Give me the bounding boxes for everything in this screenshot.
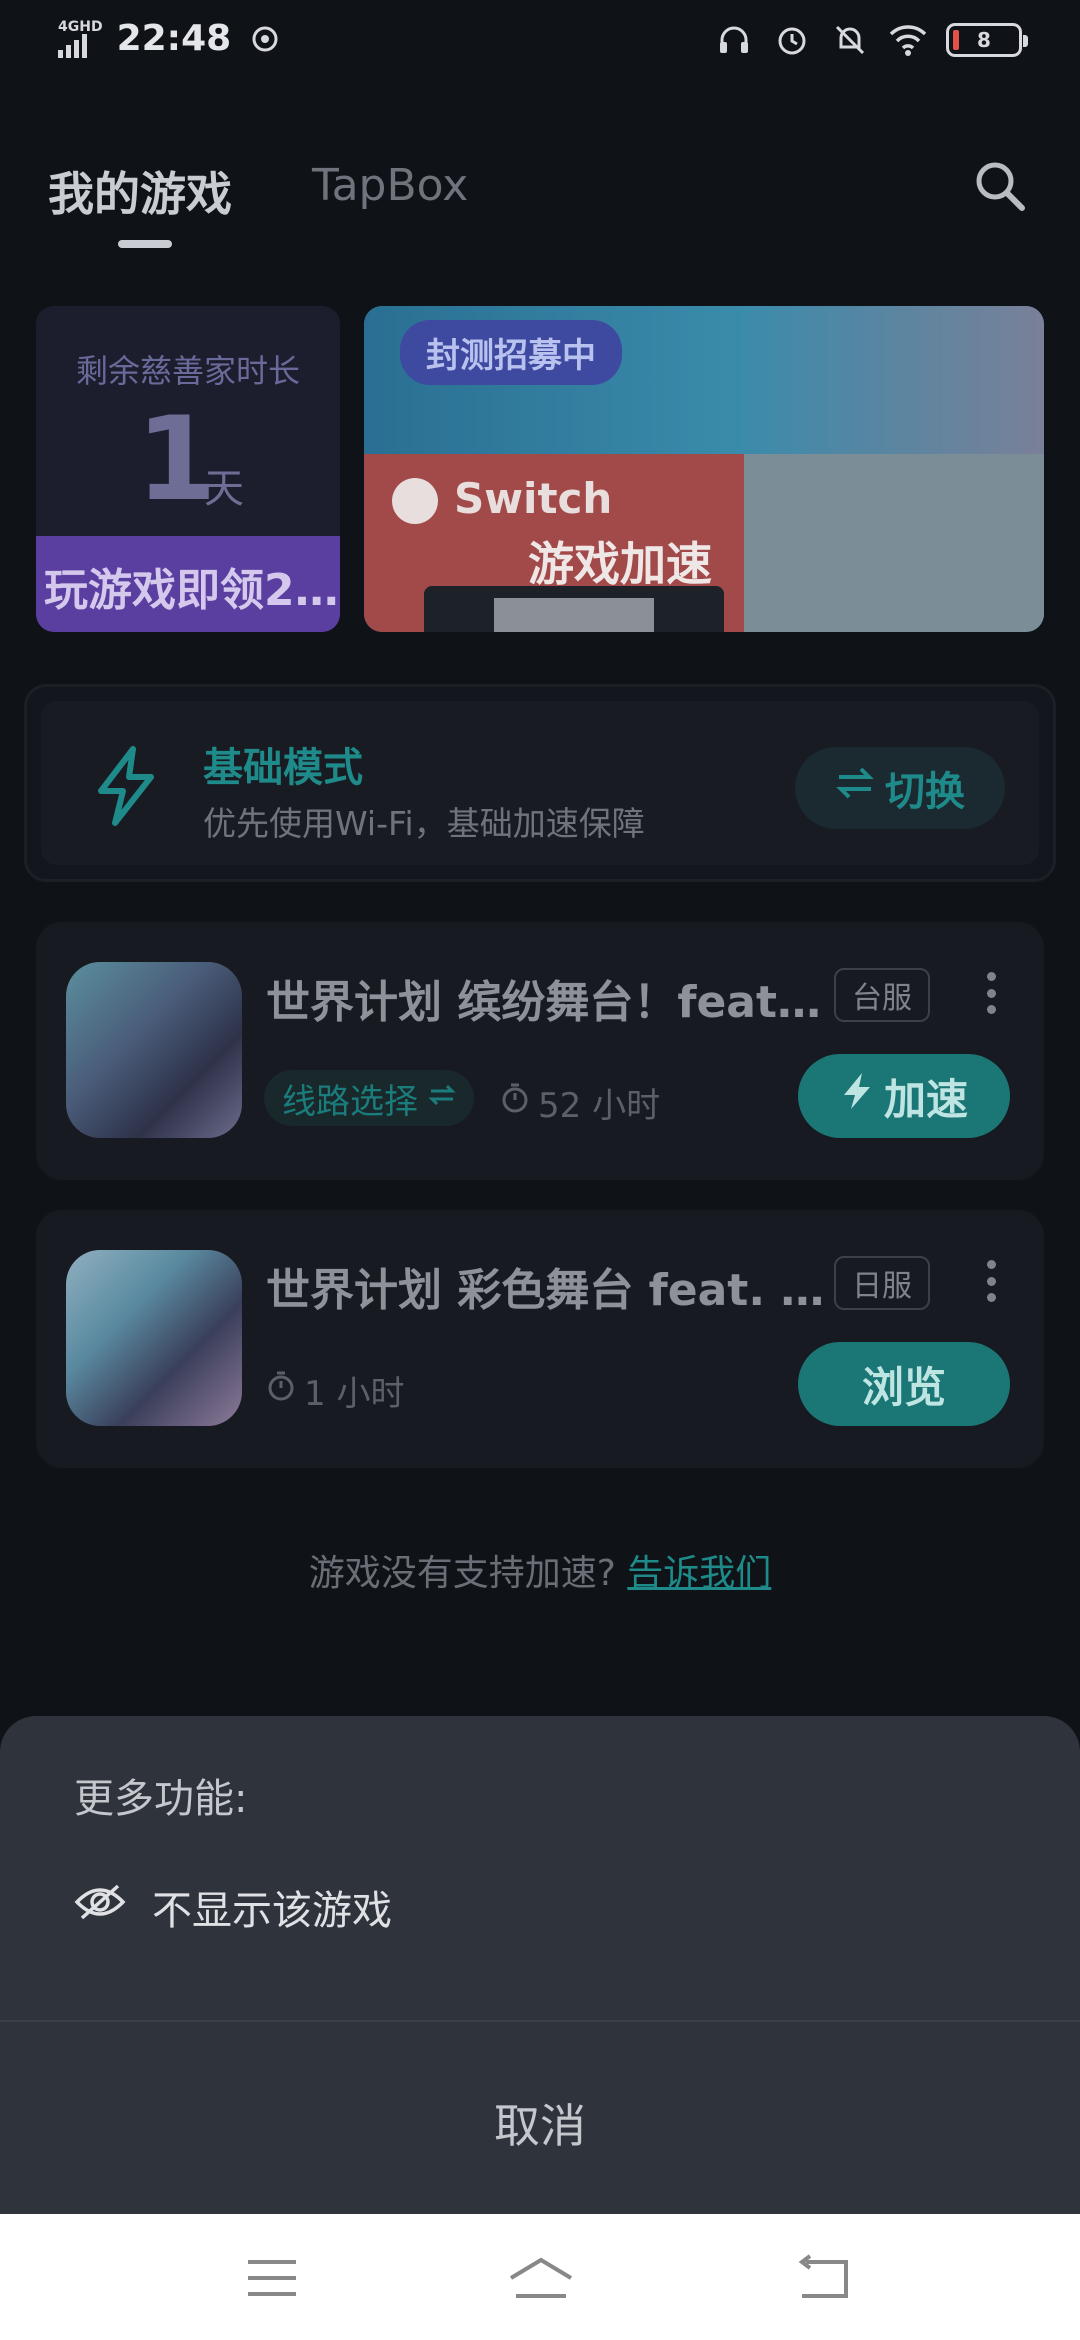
cancel-button[interactable]: 取消: [0, 2090, 1080, 2156]
status-right: 8: [714, 20, 1028, 60]
philanthropist-card[interactable]: 剩余慈善家时长 1 天 玩游戏即领2...: [36, 306, 340, 632]
game-icon: [66, 1250, 242, 1426]
accelerate-label: 加速: [883, 1074, 968, 1124]
status-bar: 4GHD 22:48 8: [0, 0, 1080, 84]
search-icon[interactable]: [970, 156, 1030, 216]
switch-logo-icon: [392, 478, 438, 524]
eye-off-icon: [74, 1882, 126, 1932]
accelerate-button[interactable]: 加速: [798, 1054, 1010, 1138]
status-left: 4GHD 22:48: [58, 18, 285, 59]
game-title: 世界计划 彩色舞台 feat. 初音未来: [266, 1265, 826, 1316]
switch-label: 切换: [885, 769, 965, 815]
more-options-icon[interactable]: [976, 968, 1006, 1018]
sheet-divider: [0, 2020, 1080, 2022]
mute-bell-icon: [830, 20, 870, 60]
promo-unit: 天: [204, 466, 244, 512]
browse-label: 浏览: [861, 1362, 946, 1412]
promo-label: 剩余慈善家时长: [75, 352, 300, 390]
mode-description: 优先使用Wi-Fi，基础加速保障: [203, 804, 645, 843]
banner-pill: 封测招募中: [400, 320, 622, 385]
promo-cta[interactable]: 玩游戏即领2...: [36, 536, 340, 632]
menu-icon[interactable]: [242, 2250, 302, 2306]
playtime: 52 小时: [500, 1078, 660, 1127]
wifi-icon: [888, 20, 928, 60]
switch-mode-button[interactable]: 切换: [795, 747, 1005, 829]
banner-subtitle: 游戏加速: [528, 537, 712, 591]
system-nav-bar: [0, 2214, 1080, 2340]
bolt-icon: [83, 743, 169, 829]
browse-button[interactable]: 浏览: [798, 1342, 1010, 1426]
back-icon[interactable]: [794, 2250, 854, 2306]
game-icon: [66, 962, 242, 1138]
mode-title: 基础模式: [203, 745, 363, 791]
console-image: [424, 586, 724, 632]
banner-brand: Switch: [454, 474, 613, 523]
playtime: 1 小时: [266, 1366, 404, 1415]
swap-icon: [428, 1078, 456, 1118]
more-functions-sheet: 更多功能: 不显示该游戏 取消: [0, 1716, 1080, 2214]
battery-icon: 8: [946, 23, 1028, 57]
alarm-icon: [772, 20, 812, 60]
game-card[interactable]: 世界计划 彩色舞台 feat. 初音未来 日服 1 小时 浏览: [36, 1210, 1044, 1468]
playtime-value: 1 小时: [304, 1374, 405, 1414]
home-icon[interactable]: [506, 2250, 576, 2306]
hide-game-label: 不显示该游戏: [152, 1888, 392, 1934]
region-badge: 日服: [834, 1256, 930, 1310]
timer-icon: [500, 1082, 530, 1123]
bolt-small-icon: [840, 1071, 874, 1121]
status-time: 22:48: [116, 18, 232, 59]
swap-arrows-icon: [835, 763, 875, 813]
network-type: 4GHD: [58, 18, 103, 35]
route-label: 线路选择: [282, 1081, 418, 1122]
tab-tapbox[interactable]: TapBox: [312, 160, 468, 211]
timer-icon: [266, 1370, 296, 1411]
mode-card: 基础模式 优先使用Wi-Fi，基础加速保障 切换: [24, 684, 1056, 882]
signal-icon: 4GHD: [58, 20, 103, 58]
tell-us-link[interactable]: 告诉我们: [627, 1553, 771, 1594]
region-badge: 台服: [834, 968, 930, 1022]
more-options-icon[interactable]: [976, 1256, 1006, 1306]
route-select-button[interactable]: 线路选择: [264, 1070, 474, 1126]
hotspot-icon: [245, 19, 285, 59]
hint-text: 游戏没有支持加速?: [308, 1553, 616, 1594]
banner-game-art: [744, 454, 1044, 632]
game-title: 世界计划 缤纷舞台！feat. 初音未来: [266, 977, 826, 1028]
hide-game-option[interactable]: 不显示该游戏: [74, 1878, 392, 1936]
battery-level: 8: [977, 28, 991, 52]
tab-my-games[interactable]: 我的游戏: [48, 158, 232, 224]
tab-indicator: [118, 240, 172, 248]
sheet-title: 更多功能:: [74, 1776, 248, 1822]
unsupported-hint: 游戏没有支持加速? 告诉我们: [0, 1544, 1080, 1596]
playtime-value: 52 小时: [538, 1086, 661, 1126]
switch-banner[interactable]: 封测招募中 Switch 游戏加速: [364, 306, 1044, 632]
headphones-icon: [714, 20, 754, 60]
game-card[interactable]: 世界计划 缤纷舞台！feat. 初音未来 台服 线路选择 52 小时 加速: [36, 922, 1044, 1180]
